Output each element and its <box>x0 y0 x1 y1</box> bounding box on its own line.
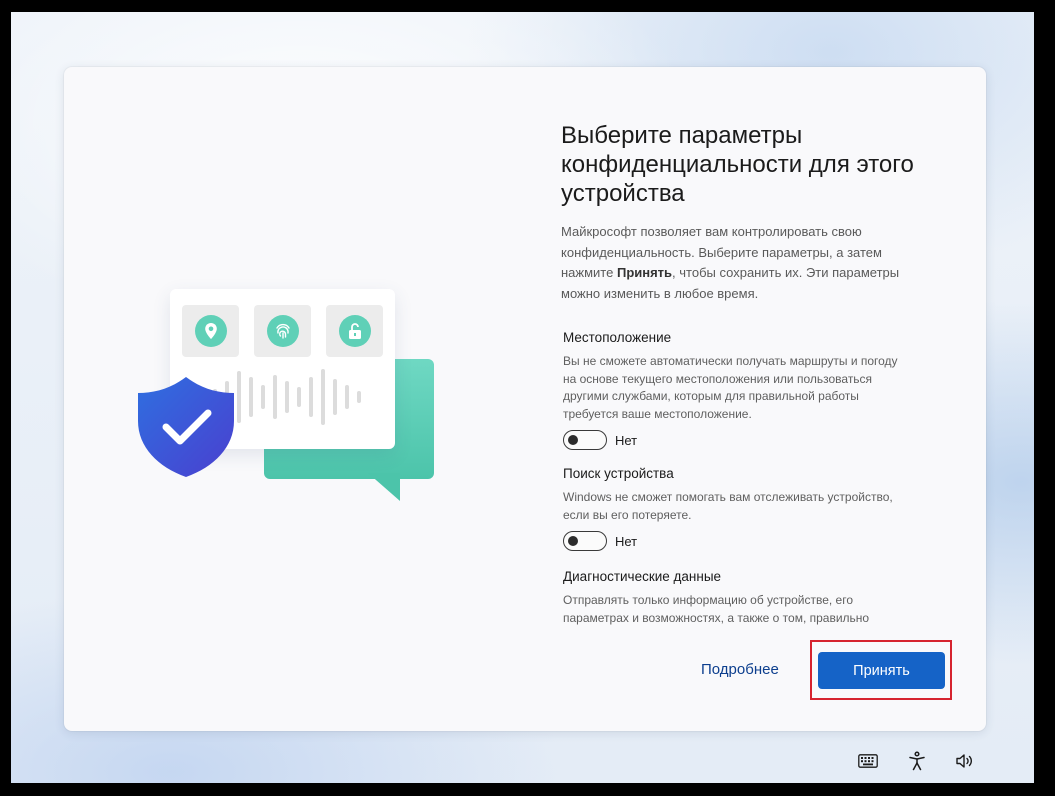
fingerprint-icon <box>266 315 299 347</box>
privacy-illustration <box>64 67 524 731</box>
privacy-content: Выберите параметры конфиденциальности дл… <box>561 67 961 731</box>
shield-check-icon <box>138 377 234 477</box>
accessibility-icon[interactable] <box>905 749 929 773</box>
find-device-toggle-row: Нет <box>563 531 913 551</box>
accept-button[interactable]: Принять <box>818 652 945 689</box>
learn-more-button[interactable]: Подробнее <box>701 661 779 678</box>
section-description: Отправлять только информацию об устройст… <box>563 593 870 625</box>
keyboard-icon[interactable] <box>856 749 880 773</box>
intro-bold-accept: Принять <box>616 265 673 280</box>
unlock-tile <box>326 305 383 357</box>
oobe-screen: Выберите параметры конфиденциальности дл… <box>11 12 1034 783</box>
section-title: Местоположение <box>563 330 672 345</box>
section-title: Поиск устройства <box>563 466 674 481</box>
toggle-knob <box>568 435 578 445</box>
page-title: Выберите параметры конфиденциальности дл… <box>561 122 914 207</box>
settings-scroll-area[interactable]: Местоположение Вы не сможете автоматичес… <box>561 325 921 625</box>
location-tile <box>182 305 239 357</box>
accept-highlight-box: Принять <box>810 640 952 700</box>
privacy-dialog: Выберите параметры конфиденциальности дл… <box>64 67 986 731</box>
toggle-state-label: Нет <box>615 533 638 549</box>
find-device-toggle[interactable] <box>563 531 607 551</box>
section-title: Диагностические данные <box>563 569 722 584</box>
volume-icon[interactable] <box>953 749 977 773</box>
find-device-section: Поиск устройства Windows не сможет помог… <box>563 465 913 551</box>
toggle-knob <box>568 536 578 546</box>
unlock-icon <box>338 315 371 347</box>
toggle-state-label: Нет <box>615 432 638 448</box>
fingerprint-tile <box>254 305 311 357</box>
location-icon <box>194 315 227 347</box>
intro-text: Майкрософт позволяет вам контролировать … <box>561 222 936 304</box>
section-description: Windows не сможет помогать вам отслежива… <box>563 490 893 522</box>
location-toggle-row: Нет <box>563 430 913 450</box>
section-description: Вы не сможете автоматически получать мар… <box>563 354 898 421</box>
chat-bubble-tail <box>368 473 400 501</box>
location-toggle[interactable] <box>563 430 607 450</box>
location-section: Местоположение Вы не сможете автоматичес… <box>563 329 913 450</box>
diagnostics-section: Диагностические данные Отправлять только… <box>563 568 913 625</box>
